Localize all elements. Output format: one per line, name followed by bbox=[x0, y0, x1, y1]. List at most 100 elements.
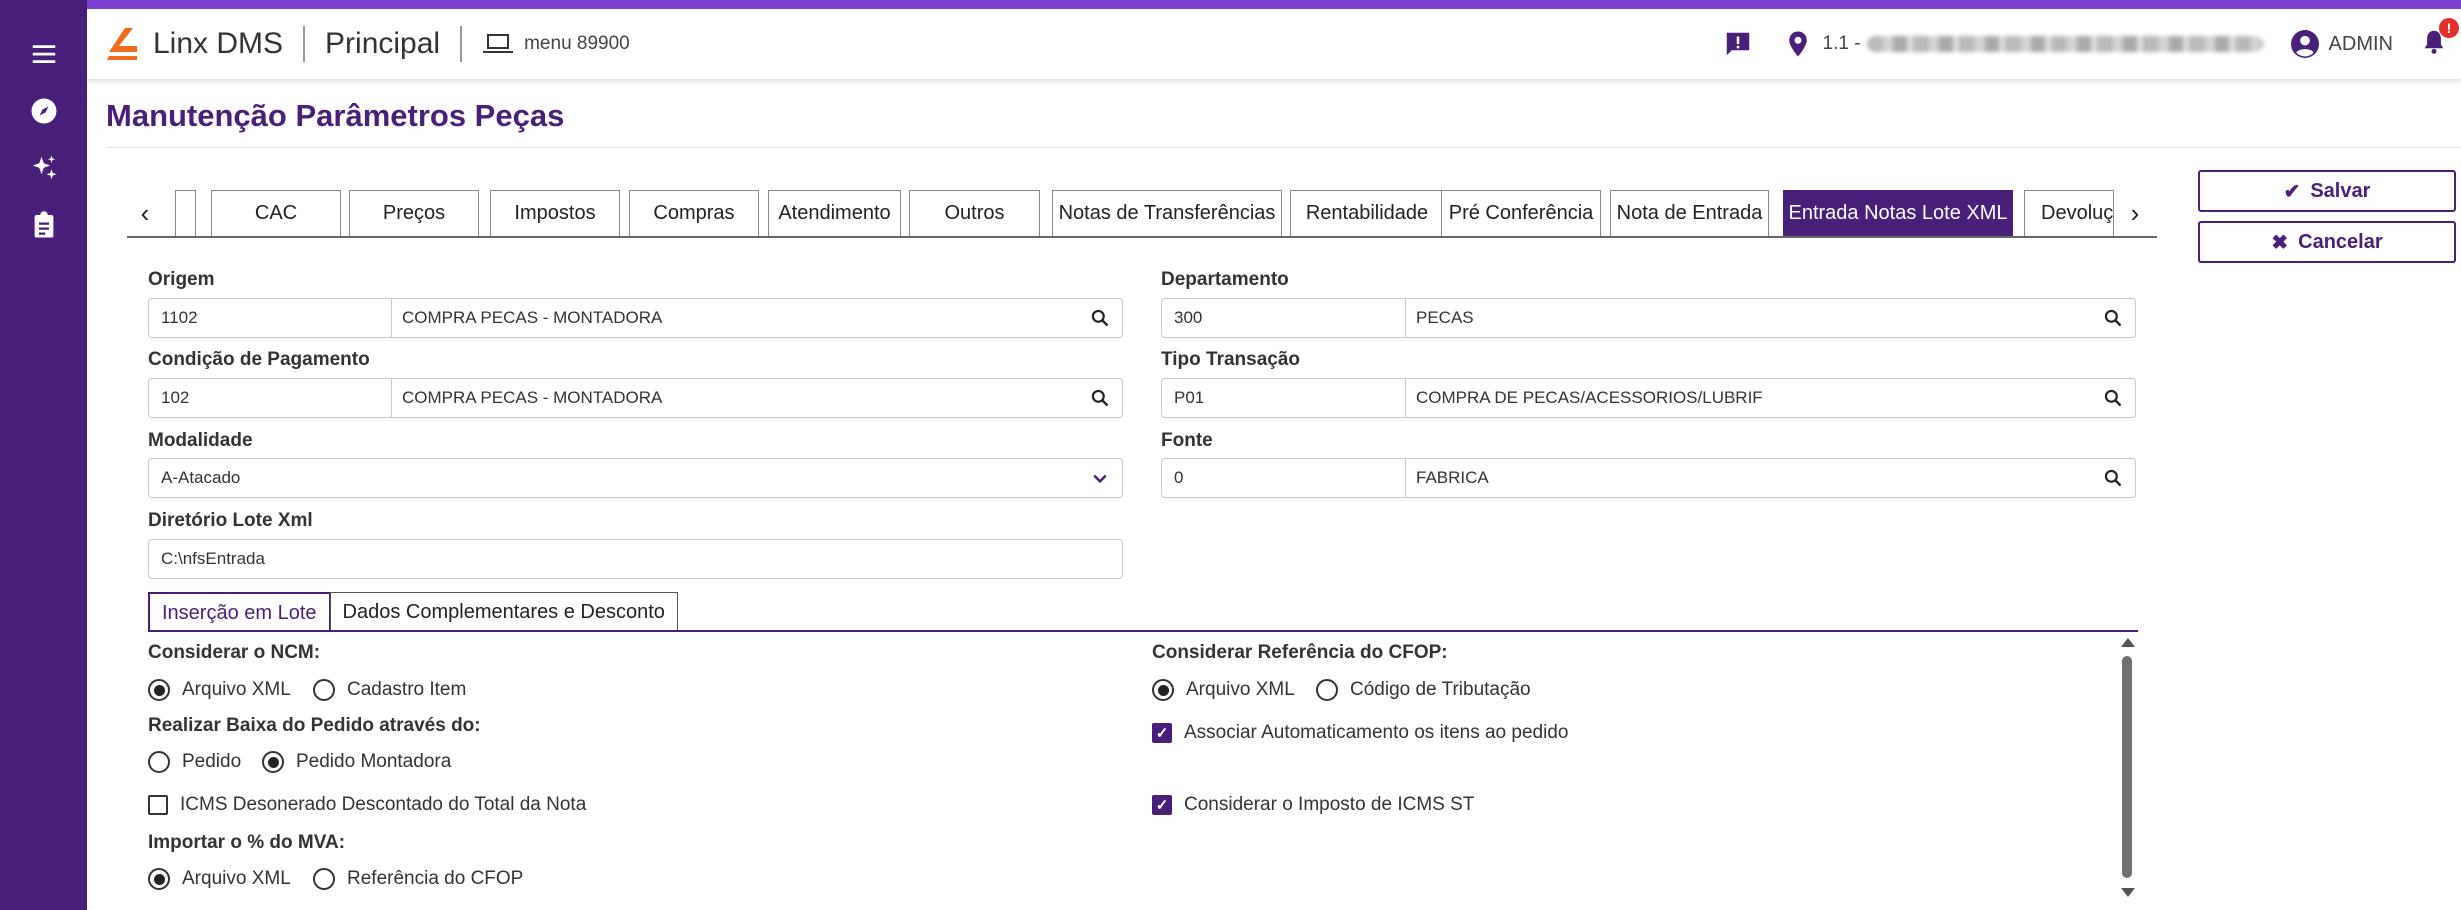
radio-selected[interactable] bbox=[1152, 679, 1174, 701]
menu-code: menu 89900 bbox=[524, 33, 630, 54]
tab-devolucao[interactable]: Devoluç bbox=[2024, 190, 2114, 236]
cfop-option-arquivo-xml[interactable]: Arquivo XML bbox=[1152, 679, 1295, 701]
checkbox-unchecked[interactable] bbox=[148, 795, 168, 815]
checkbox-checked[interactable]: ✓ bbox=[1152, 723, 1172, 743]
tab-next-arrow[interactable]: › bbox=[2117, 190, 2153, 236]
tab-entrada-notas-lote-xml[interactable]: Entrada Notas Lote XML bbox=[1783, 190, 2013, 236]
tab-notas-transferencias[interactable]: Notas de Transferências bbox=[1052, 190, 1282, 236]
branch-prefix[interactable]: 1.1 - bbox=[1823, 33, 1861, 55]
radio-selected[interactable] bbox=[148, 868, 170, 890]
save-label: Salvar bbox=[2310, 179, 2371, 202]
baixa-pedido-label: Realizar Baixa do Pedido através do: bbox=[148, 715, 481, 736]
radio-unselected[interactable] bbox=[313, 679, 335, 701]
condicao-pagamento-field[interactable]: 102 COMPRA PECAS - MONTADORA bbox=[148, 378, 1123, 418]
search-icon[interactable] bbox=[2091, 379, 2135, 417]
tab-compras[interactable]: Compras bbox=[629, 190, 759, 236]
radio-selected[interactable] bbox=[148, 679, 170, 701]
cfop-option-codigo-tributacao[interactable]: Código de Tributação bbox=[1316, 679, 1531, 701]
modalidade-label: Modalidade bbox=[148, 430, 253, 451]
message-alert-icon[interactable] bbox=[1723, 29, 1753, 59]
fonte-field[interactable]: 0 FABRICA bbox=[1161, 458, 2136, 498]
module-name[interactable]: Principal bbox=[325, 27, 440, 61]
checkbox-label: ICMS Desonerado Descontado do Total da N… bbox=[180, 794, 587, 815]
radio-unselected[interactable] bbox=[148, 751, 170, 773]
username[interactable]: ADMIN bbox=[2329, 33, 2393, 56]
tab-outros[interactable]: Outros bbox=[909, 190, 1040, 236]
subtab-insercao-lote[interactable]: Inserção em Lote bbox=[148, 592, 331, 632]
clipboard-icon[interactable] bbox=[24, 205, 64, 245]
tab-precos[interactable]: Preços bbox=[349, 190, 479, 236]
mva-label: Importar o % do MVA: bbox=[148, 832, 346, 853]
scroll-thumb[interactable] bbox=[2122, 656, 2132, 878]
scroll-down-arrow[interactable] bbox=[2121, 888, 2135, 897]
tab-rentabilidade[interactable]: Rentabilidade bbox=[1290, 190, 1444, 236]
compass-icon[interactable] bbox=[24, 91, 64, 131]
chevron-down-icon[interactable] bbox=[1078, 459, 1122, 497]
tab-pre-conferencia[interactable]: Pré Conferência bbox=[1441, 190, 1601, 236]
origem-field[interactable]: 1102 COMPRA PECAS - MONTADORA bbox=[148, 298, 1123, 338]
header-divider bbox=[303, 26, 306, 62]
save-button[interactable]: ✔ Salvar bbox=[2198, 170, 2456, 212]
departamento-field[interactable]: 300 PECAS bbox=[1161, 298, 2136, 338]
branch-name-redacted[interactable] bbox=[1866, 36, 2263, 52]
tipo-transacao-desc: COMPRA DE PECAS/ACESSORIOS/LUBRIF bbox=[1416, 388, 1763, 407]
tipo-transacao-label: Tipo Transação bbox=[1161, 349, 1301, 370]
tab-nota-entrada[interactable]: Nota de Entrada bbox=[1610, 190, 1769, 236]
diretorio-value: C:\nfsEntrada bbox=[161, 549, 265, 568]
sparkles-icon[interactable] bbox=[24, 148, 64, 188]
notification-badge: ! bbox=[2439, 18, 2459, 38]
option-label: Arquivo XML bbox=[182, 868, 291, 889]
search-icon[interactable] bbox=[1078, 379, 1122, 417]
tab-impostos[interactable]: Impostos bbox=[490, 190, 620, 236]
cfop-label: Considerar Referência do CFOP: bbox=[1152, 642, 1448, 663]
tab-partial[interactable] bbox=[175, 190, 196, 236]
ncm-option-arquivo-xml[interactable]: Arquivo XML bbox=[148, 679, 291, 701]
origem-label: Origem bbox=[148, 269, 215, 290]
brand-name[interactable]: Linx DMS bbox=[153, 27, 283, 61]
tab-cac[interactable]: CAC bbox=[211, 190, 341, 236]
search-icon[interactable] bbox=[1078, 299, 1122, 337]
option-label: Cadastro Item bbox=[347, 679, 467, 700]
scroll-up-arrow[interactable] bbox=[2121, 638, 2135, 647]
ncm-option-cadastro-item[interactable]: Cadastro Item bbox=[313, 679, 466, 701]
options-scrollbar[interactable] bbox=[2118, 634, 2136, 904]
menu-icon[interactable] bbox=[24, 34, 64, 74]
icms-st-checkbox[interactable]: ✓ Considerar o Imposto de ICMS ST bbox=[1152, 794, 1474, 816]
tab-atendimento[interactable]: Atendimento bbox=[768, 190, 901, 236]
radio-selected[interactable] bbox=[262, 751, 284, 773]
mva-option-arquivo-xml[interactable]: Arquivo XML bbox=[148, 868, 291, 890]
baixa-option-pedido[interactable]: Pedido bbox=[148, 751, 241, 773]
diretorio-input[interactable]: C:\nfsEntrada bbox=[148, 539, 1123, 579]
tipo-transacao-code[interactable]: P01 bbox=[1162, 379, 1406, 417]
origem-code[interactable]: 1102 bbox=[149, 299, 392, 337]
mva-option-referencia-cfop[interactable]: Referência do CFOP bbox=[313, 868, 523, 890]
baixa-option-pedido-montadora[interactable]: Pedido Montadora bbox=[262, 751, 451, 773]
checkbox-label: Associar Automaticamento os itens ao ped… bbox=[1184, 722, 1569, 743]
departamento-code[interactable]: 300 bbox=[1162, 299, 1406, 337]
radio-unselected[interactable] bbox=[313, 868, 335, 890]
cancel-label: Cancelar bbox=[2298, 230, 2383, 253]
subtab-dados-complementares[interactable]: Dados Complementares e Desconto bbox=[329, 592, 678, 632]
tipo-transacao-field[interactable]: P01 COMPRA DE PECAS/ACESSORIOS/LUBRIF bbox=[1161, 378, 2136, 418]
notifications[interactable]: ! bbox=[2419, 18, 2459, 61]
search-icon[interactable] bbox=[2091, 459, 2135, 497]
location-pin-icon[interactable] bbox=[1783, 29, 1813, 59]
fonte-code[interactable]: 0 bbox=[1162, 459, 1406, 497]
header-divider bbox=[460, 26, 463, 62]
tab-prev-arrow[interactable]: ‹ bbox=[127, 190, 163, 236]
option-label: Arquivo XML bbox=[182, 679, 291, 700]
condicao-pagamento-label: Condição de Pagamento bbox=[148, 349, 370, 370]
checkbox-checked[interactable]: ✓ bbox=[1152, 795, 1172, 815]
associar-checkbox[interactable]: ✓ Associar Automaticamento os itens ao pe… bbox=[1152, 722, 1568, 744]
condicao-code[interactable]: 102 bbox=[149, 379, 392, 417]
option-label: Referência do CFOP bbox=[347, 868, 524, 889]
modalidade-select[interactable]: A-Atacado bbox=[148, 458, 1123, 498]
user-circle-icon[interactable] bbox=[2289, 28, 2321, 60]
option-label: Arquivo XML bbox=[1186, 679, 1295, 700]
sub-tabs: Inserção em Lote Dados Complementares e … bbox=[148, 592, 678, 632]
icms-desonerado-checkbox[interactable]: ICMS Desonerado Descontado do Total da N… bbox=[148, 794, 586, 816]
search-icon[interactable] bbox=[2091, 299, 2135, 337]
radio-unselected[interactable] bbox=[1316, 679, 1338, 701]
top-header: Linx DMS Principal menu 89900 1.1 - ADMI… bbox=[87, 9, 2461, 79]
cancel-button[interactable]: ✖ Cancelar bbox=[2198, 221, 2456, 263]
